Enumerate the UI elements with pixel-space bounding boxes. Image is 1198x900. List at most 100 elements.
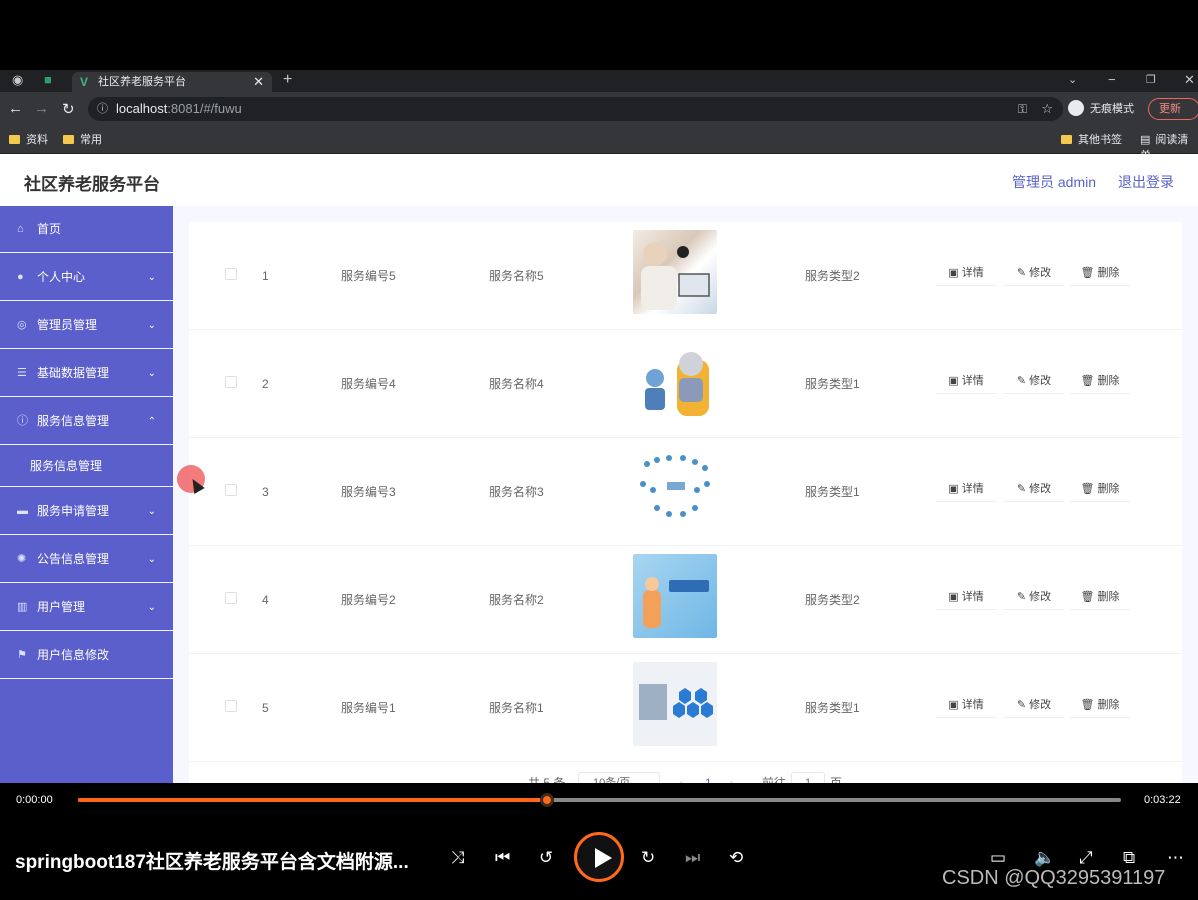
browser-window: ◉ ■ V 社区养老服务平台 ✕ + ⌄ − ❐ ✕ ← → ↻ ⓘ local… <box>0 70 1198 162</box>
close-window-icon[interactable]: ✕ <box>1184 70 1195 90</box>
table-row: 2 服务编号4 服务名称4 服务类型1 ▣ 详情 ✎ 修改 🗑 删除 <box>189 330 1182 438</box>
row-checkbox[interactable] <box>225 268 237 280</box>
edit-button[interactable]: ✎ 修改 <box>1004 368 1064 394</box>
delete-label: 删除 <box>1097 483 1120 495</box>
pip-icon[interactable]: ⧉ <box>1123 847 1135 869</box>
hexagon-icons-picture <box>639 684 713 720</box>
delete-button[interactable]: 🗑 删除 <box>1070 584 1130 610</box>
tab-active[interactable]: V 社区养老服务平台 ✕ <box>72 72 272 92</box>
delete-label: 删除 <box>1097 699 1120 711</box>
detail-button[interactable]: ▣ 详情 <box>936 584 996 610</box>
sidebar-item-service-info[interactable]: ⓘ 服务信息管理 ⌃ <box>0 398 173 445</box>
row-checkbox[interactable] <box>225 592 237 604</box>
volume-icon[interactable]: 🔈 <box>1034 847 1055 869</box>
subtitles-icon[interactable]: ▭ <box>990 847 1006 869</box>
more-icon[interactable]: ⋯ <box>1167 847 1184 869</box>
row-index: 5 <box>262 701 269 715</box>
edit-button[interactable]: ✎ 修改 <box>1004 692 1064 718</box>
service-type: 服务类型2 <box>805 593 860 607</box>
forward-icon[interactable]: → <box>34 100 49 117</box>
detail-button[interactable]: ▣ 详情 <box>936 260 996 286</box>
tab-search-icon[interactable]: ⌄ <box>1068 70 1077 90</box>
edit-icon: ✎ <box>1016 699 1030 711</box>
previous-icon[interactable]: ⏮ <box>495 847 510 869</box>
delete-button[interactable]: 🗑 删除 <box>1070 476 1130 502</box>
url-input[interactable]: ⓘ localhost:8081/#/fuwu ⚿ ☆ <box>88 97 1063 121</box>
folder-icon <box>9 135 20 144</box>
detail-button[interactable]: ▣ 详情 <box>936 368 996 394</box>
minimize-icon[interactable]: − <box>1108 70 1116 90</box>
logout-link[interactable]: 退出登录 <box>1118 172 1174 192</box>
restore-icon[interactable]: ❐ <box>1146 70 1156 90</box>
close-tab-icon[interactable]: ✕ <box>253 72 264 92</box>
notice-icon: ✺ <box>17 553 27 565</box>
service-code: 服务编号2 <box>341 593 396 607</box>
play-button[interactable] <box>574 832 624 882</box>
key-icon[interactable]: ⚿ <box>1018 97 1027 121</box>
edit-icon: ✎ <box>1016 375 1030 387</box>
new-tab-icon[interactable]: + <box>283 70 292 90</box>
sidebar-item-service-apply[interactable]: ▬ 服务申请管理 ⌄ <box>0 488 173 535</box>
delete-button[interactable]: 🗑 删除 <box>1070 260 1130 286</box>
forward-30-icon[interactable]: ↻ <box>641 847 655 869</box>
service-type: 服务类型1 <box>805 377 860 391</box>
delete-button[interactable]: 🗑 删除 <box>1070 368 1130 394</box>
tab-strip: ◉ ■ V 社区养老服务平台 ✕ + ⌄ − ❐ ✕ <box>0 70 1198 92</box>
users-icon: ▥ <box>17 601 28 613</box>
back-icon[interactable]: ← <box>8 100 23 117</box>
row-checkbox[interactable] <box>225 484 237 496</box>
sidebar-item-admin[interactable]: ◎ 管理员管理 ⌄ <box>0 302 173 349</box>
next-icon[interactable]: ⏭ <box>685 847 700 869</box>
submenu-service-info[interactable]: 服务信息管理 <box>0 446 173 487</box>
video-player: 0:00:00 0:03:22 springboot187社区养老服务平台含文档… <box>0 783 1198 900</box>
sidebar-item-base-data[interactable]: ☰ 基础数据管理 ⌄ <box>0 350 173 397</box>
detail-label: 详情 <box>961 267 984 279</box>
form-icon: ▬ <box>17 505 28 517</box>
table-row: 5 服务编号1 服务名称1 服务类型1 ▣ 详情 ✎ 修改 🗑 删除 <box>189 654 1182 762</box>
trash-icon: 🗑 <box>1080 483 1098 495</box>
progress-handle[interactable] <box>540 793 555 807</box>
sidebar-item-home[interactable]: ⌂ 首页 <box>0 206 173 253</box>
fullscreen-icon[interactable]: ⤢ <box>1079 847 1093 869</box>
star-icon[interactable]: ☆ <box>1041 97 1053 121</box>
progress-bar[interactable] <box>78 793 1121 807</box>
edit-button[interactable]: ✎ 修改 <box>1004 476 1064 502</box>
bookmark-folder-1[interactable]: 常用 <box>63 132 102 148</box>
detail-icon: ▣ <box>948 483 962 495</box>
home-icon: ⌂ <box>17 223 24 235</box>
other-bookmarks[interactable]: 其他书签 <box>1061 132 1122 148</box>
detail-button[interactable]: ▣ 详情 <box>936 476 996 502</box>
sidebar-item-notice[interactable]: ✺ 公告信息管理 ⌄ <box>0 536 173 583</box>
admin-label[interactable]: 管理员 admin <box>1012 172 1096 192</box>
shuffle-icon[interactable]: ⤨ <box>451 847 465 869</box>
incognito-indicator[interactable]: 无痕模式 <box>1068 99 1134 119</box>
update-label: 更新 <box>1159 103 1181 115</box>
service-code: 服务编号5 <box>341 269 396 283</box>
table-row: 1 服务编号5 服务名称5 服务类型2 ▣ 详情 ✎ 修改 🗑 删除 <box>189 222 1182 330</box>
row-checkbox[interactable] <box>225 376 237 388</box>
row-checkbox[interactable] <box>225 700 237 712</box>
main-content: 1 服务编号5 服务名称5 服务类型2 ▣ 详情 ✎ 修改 🗑 删除 2 服务编… <box>173 206 1198 798</box>
update-button[interactable]: 更新 <box>1148 98 1198 120</box>
edit-button[interactable]: ✎ 修改 <box>1004 260 1064 286</box>
sheet-tab-icon[interactable]: ■ <box>44 70 52 90</box>
row-index: 3 <box>262 485 269 499</box>
chevron-down-icon: ⌄ <box>147 368 156 379</box>
edit-button[interactable]: ✎ 修改 <box>1004 584 1064 610</box>
sidebar-item-users[interactable]: ▥ 用户管理 ⌄ <box>0 584 173 631</box>
reload-icon[interactable]: ↻ <box>62 100 75 118</box>
loop-icon[interactable]: ⟲ <box>729 847 743 869</box>
bookmark-folder-0[interactable]: 资料 <box>9 132 48 148</box>
detail-label: 详情 <box>961 375 984 387</box>
user-icon: ● <box>17 271 24 283</box>
sidebar-item-user-edit[interactable]: ⚑ 用户信息修改 <box>0 632 173 679</box>
delete-button[interactable]: 🗑 删除 <box>1070 692 1130 718</box>
globe-icon[interactable]: ◉ <box>12 70 23 90</box>
detail-button[interactable]: ▣ 详情 <box>936 692 996 718</box>
current-time: 0:00:00 <box>16 794 53 806</box>
chevron-down-icon: ⌄ <box>147 554 156 565</box>
sidebar-item-profile[interactable]: ● 个人中心 ⌄ <box>0 254 173 301</box>
info-icon[interactable]: ⓘ <box>97 97 108 121</box>
rewind-icon[interactable]: ↺ <box>539 847 553 869</box>
edit-icon: ✎ <box>1016 591 1030 603</box>
